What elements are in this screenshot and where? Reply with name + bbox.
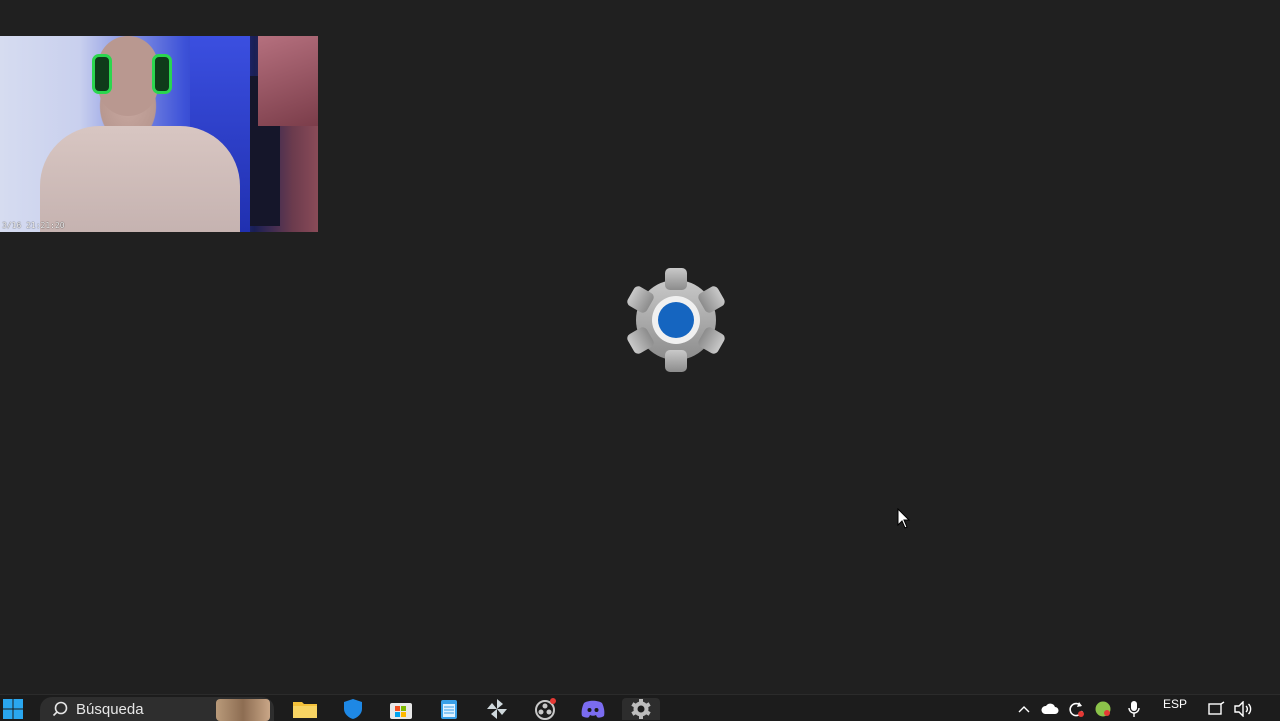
sync-icon[interactable] bbox=[1066, 698, 1086, 720]
obs-icon[interactable] bbox=[529, 698, 561, 720]
language-indicator[interactable]: ESP bbox=[1160, 697, 1190, 719]
discord-icon[interactable] bbox=[577, 698, 609, 720]
search-placeholder: Búsqueda bbox=[76, 700, 144, 718]
language-label: ESP bbox=[1162, 697, 1187, 711]
network-icon[interactable] bbox=[1206, 698, 1226, 720]
search-icon bbox=[52, 701, 68, 717]
pinwheel-app-icon[interactable] bbox=[481, 698, 513, 720]
taskbar: Búsqueda ESP bbox=[0, 694, 1280, 721]
settings-splash-gear-icon bbox=[621, 268, 731, 372]
chevron-up-icon[interactable] bbox=[1014, 698, 1034, 720]
onedrive-icon[interactable] bbox=[1040, 698, 1060, 720]
webcam-person-torso bbox=[40, 126, 240, 232]
webcam-background-cloth bbox=[258, 36, 318, 126]
microphone-icon[interactable] bbox=[1124, 698, 1144, 720]
search-highlight-art bbox=[216, 699, 270, 721]
windows-logo-icon bbox=[3, 699, 23, 719]
file-explorer-icon[interactable] bbox=[289, 698, 321, 720]
microsoft-store-icon[interactable] bbox=[385, 698, 417, 720]
webcam-timestamp: 3/16 21:21:20 bbox=[2, 221, 65, 230]
search-box[interactable]: Búsqueda bbox=[40, 697, 274, 721]
webcam-overlay: 3/16 21:21:20 bbox=[0, 36, 318, 232]
settings-icon[interactable] bbox=[622, 698, 660, 720]
start-button[interactable] bbox=[0, 698, 26, 720]
headset-right-icon bbox=[152, 54, 172, 94]
headset-left-icon bbox=[92, 54, 112, 94]
volume-icon[interactable] bbox=[1233, 698, 1253, 720]
notepad-icon[interactable] bbox=[433, 698, 465, 720]
app-status-icon[interactable] bbox=[1093, 698, 1113, 720]
mouse-cursor-icon bbox=[897, 507, 911, 530]
microsoft-defender-icon[interactable] bbox=[337, 698, 369, 720]
